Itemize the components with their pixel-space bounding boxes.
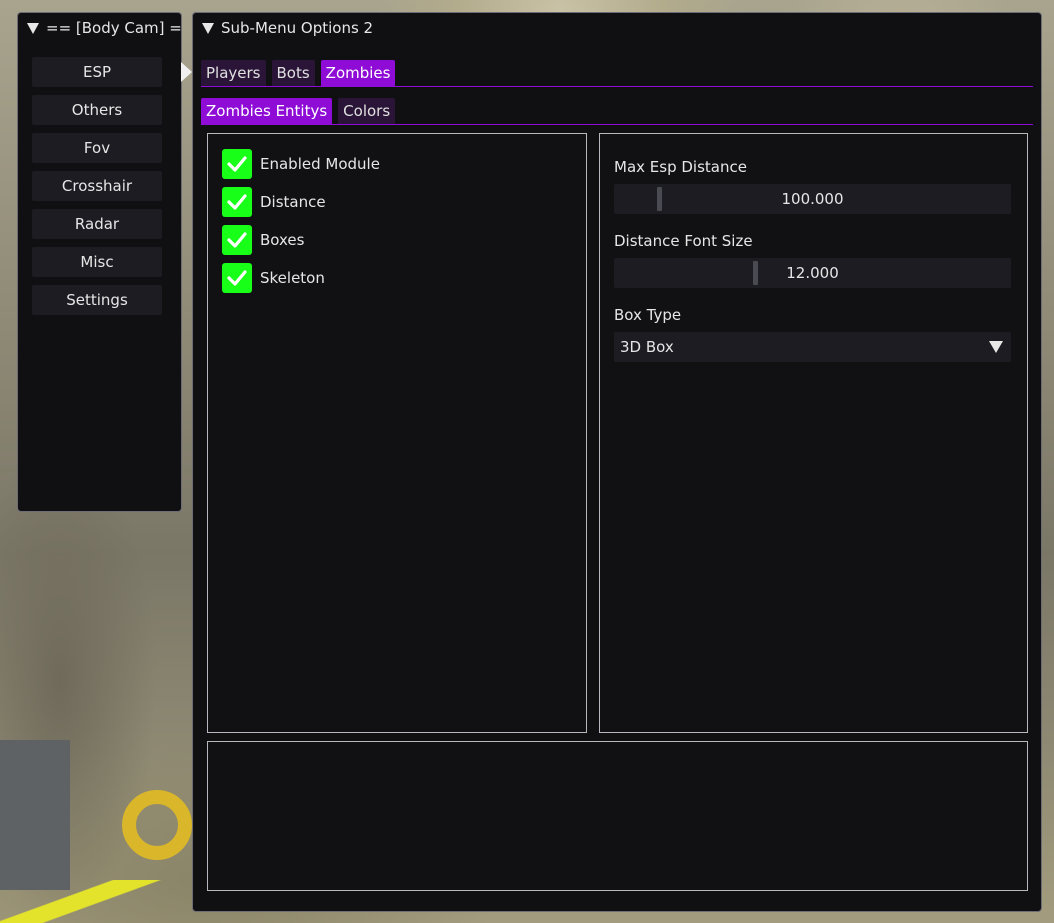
check-icon: [227, 156, 247, 172]
tab-colors[interactable]: Colors: [338, 98, 396, 124]
checkbox-checked[interactable]: [222, 263, 252, 293]
body-cam-title: == [Body Cam] ==: [46, 19, 182, 37]
box-type-value: 3D Box: [620, 338, 674, 356]
max-esp-distance-slider[interactable]: 100.000: [614, 184, 1011, 214]
tab-players[interactable]: Players: [201, 60, 266, 86]
mouse-cursor-icon: [181, 62, 192, 82]
check-icon: [227, 194, 247, 210]
checkbox-checked[interactable]: [222, 149, 252, 179]
menu-item-radar[interactable]: Radar: [32, 209, 162, 239]
sub-menu-title: Sub-Menu Options 2: [221, 19, 374, 37]
collapse-triangle-icon[interactable]: [202, 23, 214, 34]
tab-bots[interactable]: Bots: [271, 60, 315, 86]
tab-underline: [201, 86, 1033, 87]
dropdown-arrow-icon[interactable]: [989, 341, 1003, 353]
bottom-panel: [207, 741, 1028, 891]
checkbox-checked[interactable]: [222, 187, 252, 217]
background-wall: [0, 740, 70, 890]
sub-menu-window[interactable]: Sub-Menu Options 2 Players Bots Zombies …: [192, 12, 1042, 912]
subtab-underline: [201, 124, 1033, 125]
main-tab-bar: Players Bots Zombies: [201, 60, 401, 86]
menu-item-esp[interactable]: ESP: [32, 57, 162, 87]
body-cam-title-bar[interactable]: == [Body Cam] ==: [18, 13, 181, 43]
body-cam-window[interactable]: == [Body Cam] == ESP Others Fov Crosshai…: [17, 12, 182, 512]
options-panel: Enabled Module Distance Boxes Skeleton: [207, 133, 587, 733]
background-stripe: [0, 880, 200, 923]
menu-item-others[interactable]: Others: [32, 95, 162, 125]
sub-tab-bar: Zombies Entitys Colors: [201, 98, 401, 124]
collapse-triangle-icon[interactable]: [27, 23, 39, 34]
checkbox-label: Enabled Module: [260, 155, 380, 173]
tab-zombies-entitys[interactable]: Zombies Entitys: [201, 98, 333, 124]
slider-value: 12.000: [786, 264, 839, 282]
distance-font-size-slider[interactable]: 12.000: [614, 258, 1011, 288]
menu-item-settings[interactable]: Settings: [32, 285, 162, 315]
max-esp-distance-label: Max Esp Distance: [614, 158, 747, 176]
menu-item-crosshair[interactable]: Crosshair: [32, 171, 162, 201]
checkbox-checked[interactable]: [222, 225, 252, 255]
sub-menu-title-bar[interactable]: Sub-Menu Options 2: [193, 13, 1041, 43]
background-marking: [122, 790, 192, 860]
check-icon: [227, 270, 247, 286]
box-type-dropdown[interactable]: 3D Box: [614, 332, 1011, 362]
box-type-label: Box Type: [614, 306, 682, 324]
settings-panel: Max Esp Distance 100.000 Distance Font S…: [599, 133, 1028, 733]
checkbox-label: Boxes: [260, 231, 305, 249]
menu-item-misc[interactable]: Misc: [32, 247, 162, 277]
checkbox-label: Skeleton: [260, 269, 325, 287]
tab-zombies[interactable]: Zombies: [320, 60, 396, 86]
check-icon: [227, 232, 247, 248]
menu-item-fov[interactable]: Fov: [32, 133, 162, 163]
distance-font-size-label: Distance Font Size: [614, 232, 753, 250]
slider-value: 100.000: [781, 190, 844, 208]
checkbox-label: Distance: [260, 193, 326, 211]
